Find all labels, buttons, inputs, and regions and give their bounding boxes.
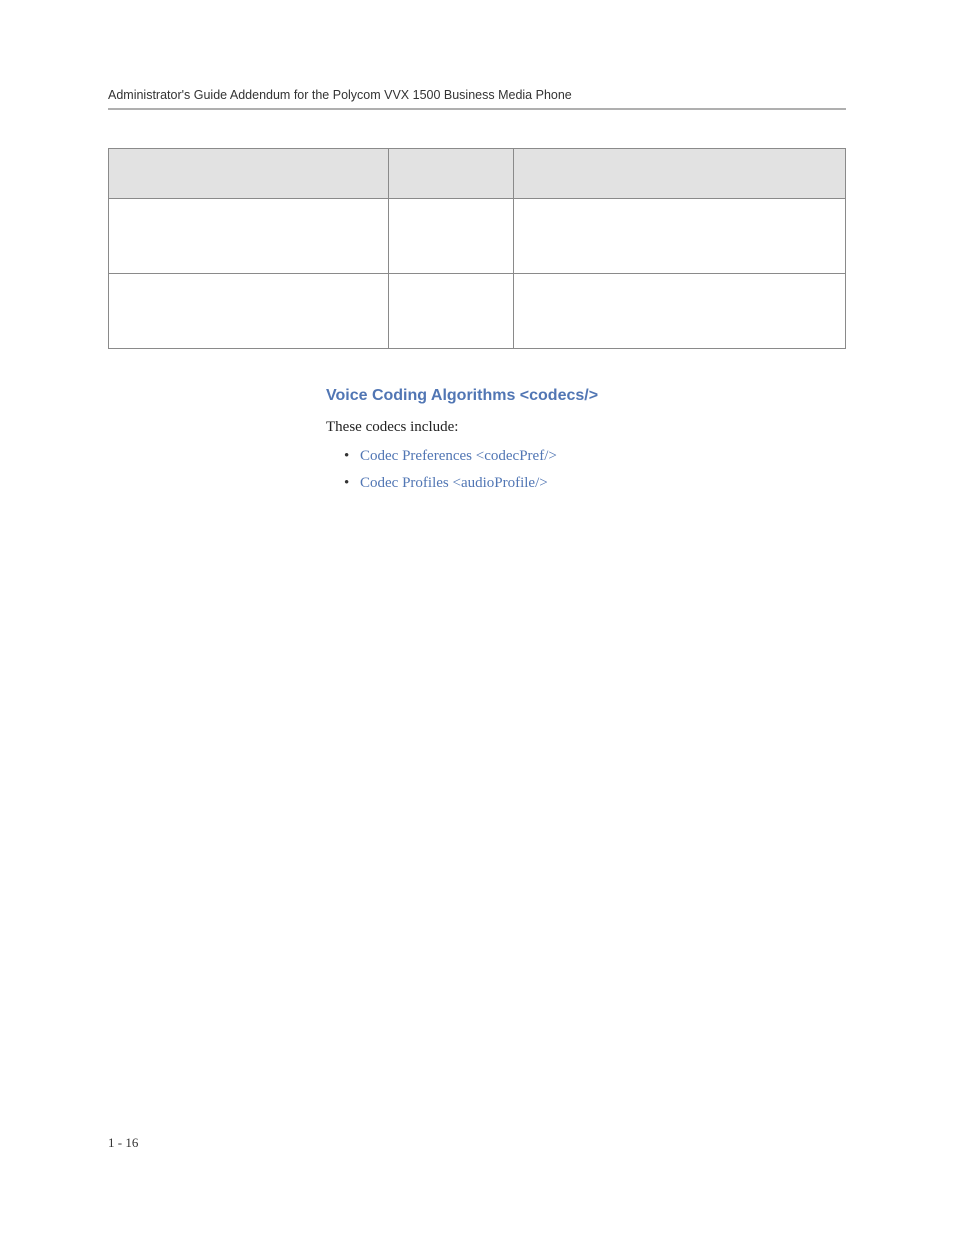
link-codec-profiles[interactable]: Codec Profiles <audioProfile/> bbox=[360, 475, 548, 491]
list-item: Codec Profiles <audioProfile/> bbox=[344, 475, 846, 492]
header-rule bbox=[108, 108, 846, 110]
config-table bbox=[108, 148, 846, 349]
table-cell bbox=[109, 274, 389, 349]
section-intro: These codecs include: bbox=[326, 419, 846, 436]
table-header-cell bbox=[389, 149, 514, 199]
page-number: 1 - 16 bbox=[108, 1135, 138, 1151]
table-header-row bbox=[109, 149, 846, 199]
table-header-cell bbox=[109, 149, 389, 199]
table-row bbox=[109, 199, 846, 274]
bullet-list: Codec Preferences <codecPref/> Codec Pro… bbox=[326, 448, 846, 492]
section-heading: Voice Coding Algorithms <codecs/> bbox=[326, 387, 846, 405]
table-cell bbox=[514, 199, 846, 274]
table-header-cell bbox=[514, 149, 846, 199]
list-item: Codec Preferences <codecPref/> bbox=[344, 448, 846, 465]
table-row bbox=[109, 274, 846, 349]
table-cell bbox=[389, 199, 514, 274]
link-codec-preferences[interactable]: Codec Preferences <codecPref/> bbox=[360, 448, 557, 464]
table-cell bbox=[109, 199, 389, 274]
table-cell bbox=[514, 274, 846, 349]
content-area: Voice Coding Algorithms <codecs/> These … bbox=[326, 387, 846, 492]
running-header: Administrator's Guide Addendum for the P… bbox=[108, 88, 846, 102]
table-cell bbox=[389, 274, 514, 349]
